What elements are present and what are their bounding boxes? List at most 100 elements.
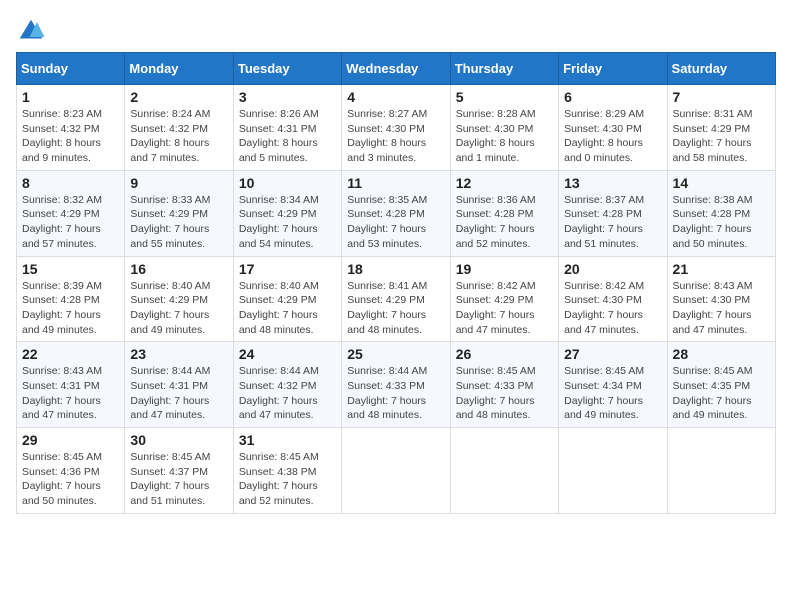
calendar-cell (342, 428, 450, 514)
day-info: Sunrise: 8:42 AM Sunset: 4:29 PM Dayligh… (456, 280, 536, 336)
calendar-cell (450, 428, 558, 514)
calendar-cell: 4 Sunrise: 8:27 AM Sunset: 4:30 PM Dayli… (342, 85, 450, 171)
calendar-cell: 29 Sunrise: 8:45 AM Sunset: 4:36 PM Dayl… (17, 428, 125, 514)
day-info: Sunrise: 8:42 AM Sunset: 4:30 PM Dayligh… (564, 280, 644, 336)
calendar-cell (559, 428, 667, 514)
day-info: Sunrise: 8:45 AM Sunset: 4:37 PM Dayligh… (130, 451, 210, 507)
day-number: 31 (239, 432, 336, 448)
day-header-monday: Monday (125, 53, 233, 85)
calendar-cell: 18 Sunrise: 8:41 AM Sunset: 4:29 PM Dayl… (342, 256, 450, 342)
calendar-cell: 30 Sunrise: 8:45 AM Sunset: 4:37 PM Dayl… (125, 428, 233, 514)
day-info: Sunrise: 8:37 AM Sunset: 4:28 PM Dayligh… (564, 194, 644, 250)
calendar-cell: 10 Sunrise: 8:34 AM Sunset: 4:29 PM Dayl… (233, 170, 341, 256)
day-header-friday: Friday (559, 53, 667, 85)
calendar-cell: 11 Sunrise: 8:35 AM Sunset: 4:28 PM Dayl… (342, 170, 450, 256)
day-number: 3 (239, 89, 336, 105)
day-number: 27 (564, 346, 661, 362)
day-info: Sunrise: 8:39 AM Sunset: 4:28 PM Dayligh… (22, 280, 102, 336)
day-info: Sunrise: 8:44 AM Sunset: 4:32 PM Dayligh… (239, 365, 319, 421)
day-info: Sunrise: 8:44 AM Sunset: 4:33 PM Dayligh… (347, 365, 427, 421)
day-info: Sunrise: 8:38 AM Sunset: 4:28 PM Dayligh… (673, 194, 753, 250)
day-number: 9 (130, 175, 227, 191)
calendar-week-row: 22 Sunrise: 8:43 AM Sunset: 4:31 PM Dayl… (17, 342, 776, 428)
day-number: 24 (239, 346, 336, 362)
day-number: 1 (22, 89, 119, 105)
day-number: 18 (347, 261, 444, 277)
calendar-cell: 20 Sunrise: 8:42 AM Sunset: 4:30 PM Dayl… (559, 256, 667, 342)
calendar-cell: 7 Sunrise: 8:31 AM Sunset: 4:29 PM Dayli… (667, 85, 775, 171)
day-number: 19 (456, 261, 553, 277)
calendar: SundayMondayTuesdayWednesdayThursdayFrid… (16, 52, 776, 514)
day-number: 8 (22, 175, 119, 191)
day-info: Sunrise: 8:41 AM Sunset: 4:29 PM Dayligh… (347, 280, 427, 336)
calendar-cell: 25 Sunrise: 8:44 AM Sunset: 4:33 PM Dayl… (342, 342, 450, 428)
header-area (16, 16, 776, 46)
calendar-cell: 26 Sunrise: 8:45 AM Sunset: 4:33 PM Dayl… (450, 342, 558, 428)
calendar-cell: 5 Sunrise: 8:28 AM Sunset: 4:30 PM Dayli… (450, 85, 558, 171)
day-info: Sunrise: 8:36 AM Sunset: 4:28 PM Dayligh… (456, 194, 536, 250)
day-number: 28 (673, 346, 770, 362)
calendar-cell: 17 Sunrise: 8:40 AM Sunset: 4:29 PM Dayl… (233, 256, 341, 342)
calendar-cell: 24 Sunrise: 8:44 AM Sunset: 4:32 PM Dayl… (233, 342, 341, 428)
day-info: Sunrise: 8:35 AM Sunset: 4:28 PM Dayligh… (347, 194, 427, 250)
day-header-thursday: Thursday (450, 53, 558, 85)
calendar-cell: 8 Sunrise: 8:32 AM Sunset: 4:29 PM Dayli… (17, 170, 125, 256)
day-info: Sunrise: 8:45 AM Sunset: 4:34 PM Dayligh… (564, 365, 644, 421)
day-info: Sunrise: 8:26 AM Sunset: 4:31 PM Dayligh… (239, 108, 319, 164)
calendar-cell: 12 Sunrise: 8:36 AM Sunset: 4:28 PM Dayl… (450, 170, 558, 256)
day-number: 16 (130, 261, 227, 277)
day-info: Sunrise: 8:23 AM Sunset: 4:32 PM Dayligh… (22, 108, 102, 164)
day-info: Sunrise: 8:43 AM Sunset: 4:31 PM Dayligh… (22, 365, 102, 421)
day-info: Sunrise: 8:31 AM Sunset: 4:29 PM Dayligh… (673, 108, 753, 164)
day-info: Sunrise: 8:40 AM Sunset: 4:29 PM Dayligh… (130, 280, 210, 336)
day-info: Sunrise: 8:40 AM Sunset: 4:29 PM Dayligh… (239, 280, 319, 336)
calendar-cell: 16 Sunrise: 8:40 AM Sunset: 4:29 PM Dayl… (125, 256, 233, 342)
day-number: 25 (347, 346, 444, 362)
day-number: 5 (456, 89, 553, 105)
calendar-cell: 13 Sunrise: 8:37 AM Sunset: 4:28 PM Dayl… (559, 170, 667, 256)
day-header-saturday: Saturday (667, 53, 775, 85)
day-number: 6 (564, 89, 661, 105)
day-number: 7 (673, 89, 770, 105)
day-number: 15 (22, 261, 119, 277)
day-number: 10 (239, 175, 336, 191)
day-header-sunday: Sunday (17, 53, 125, 85)
calendar-week-row: 1 Sunrise: 8:23 AM Sunset: 4:32 PM Dayli… (17, 85, 776, 171)
day-info: Sunrise: 8:45 AM Sunset: 4:36 PM Dayligh… (22, 451, 102, 507)
logo-icon (16, 16, 46, 46)
day-number: 22 (22, 346, 119, 362)
day-info: Sunrise: 8:24 AM Sunset: 4:32 PM Dayligh… (130, 108, 210, 164)
calendar-cell: 2 Sunrise: 8:24 AM Sunset: 4:32 PM Dayli… (125, 85, 233, 171)
calendar-week-row: 8 Sunrise: 8:32 AM Sunset: 4:29 PM Dayli… (17, 170, 776, 256)
day-number: 23 (130, 346, 227, 362)
day-number: 21 (673, 261, 770, 277)
calendar-cell: 3 Sunrise: 8:26 AM Sunset: 4:31 PM Dayli… (233, 85, 341, 171)
day-number: 20 (564, 261, 661, 277)
day-info: Sunrise: 8:45 AM Sunset: 4:33 PM Dayligh… (456, 365, 536, 421)
day-number: 2 (130, 89, 227, 105)
day-number: 12 (456, 175, 553, 191)
calendar-cell: 9 Sunrise: 8:33 AM Sunset: 4:29 PM Dayli… (125, 170, 233, 256)
calendar-cell: 14 Sunrise: 8:38 AM Sunset: 4:28 PM Dayl… (667, 170, 775, 256)
day-info: Sunrise: 8:32 AM Sunset: 4:29 PM Dayligh… (22, 194, 102, 250)
day-info: Sunrise: 8:28 AM Sunset: 4:30 PM Dayligh… (456, 108, 536, 164)
day-header-wednesday: Wednesday (342, 53, 450, 85)
day-number: 13 (564, 175, 661, 191)
day-header-tuesday: Tuesday (233, 53, 341, 85)
calendar-header-row: SundayMondayTuesdayWednesdayThursdayFrid… (17, 53, 776, 85)
calendar-cell: 6 Sunrise: 8:29 AM Sunset: 4:30 PM Dayli… (559, 85, 667, 171)
calendar-cell: 21 Sunrise: 8:43 AM Sunset: 4:30 PM Dayl… (667, 256, 775, 342)
calendar-cell: 23 Sunrise: 8:44 AM Sunset: 4:31 PM Dayl… (125, 342, 233, 428)
day-info: Sunrise: 8:44 AM Sunset: 4:31 PM Dayligh… (130, 365, 210, 421)
day-number: 30 (130, 432, 227, 448)
day-info: Sunrise: 8:45 AM Sunset: 4:38 PM Dayligh… (239, 451, 319, 507)
calendar-cell: 15 Sunrise: 8:39 AM Sunset: 4:28 PM Dayl… (17, 256, 125, 342)
day-number: 14 (673, 175, 770, 191)
day-number: 17 (239, 261, 336, 277)
day-info: Sunrise: 8:43 AM Sunset: 4:30 PM Dayligh… (673, 280, 753, 336)
calendar-cell: 22 Sunrise: 8:43 AM Sunset: 4:31 PM Dayl… (17, 342, 125, 428)
day-info: Sunrise: 8:45 AM Sunset: 4:35 PM Dayligh… (673, 365, 753, 421)
logo (16, 16, 50, 46)
day-number: 4 (347, 89, 444, 105)
day-number: 11 (347, 175, 444, 191)
